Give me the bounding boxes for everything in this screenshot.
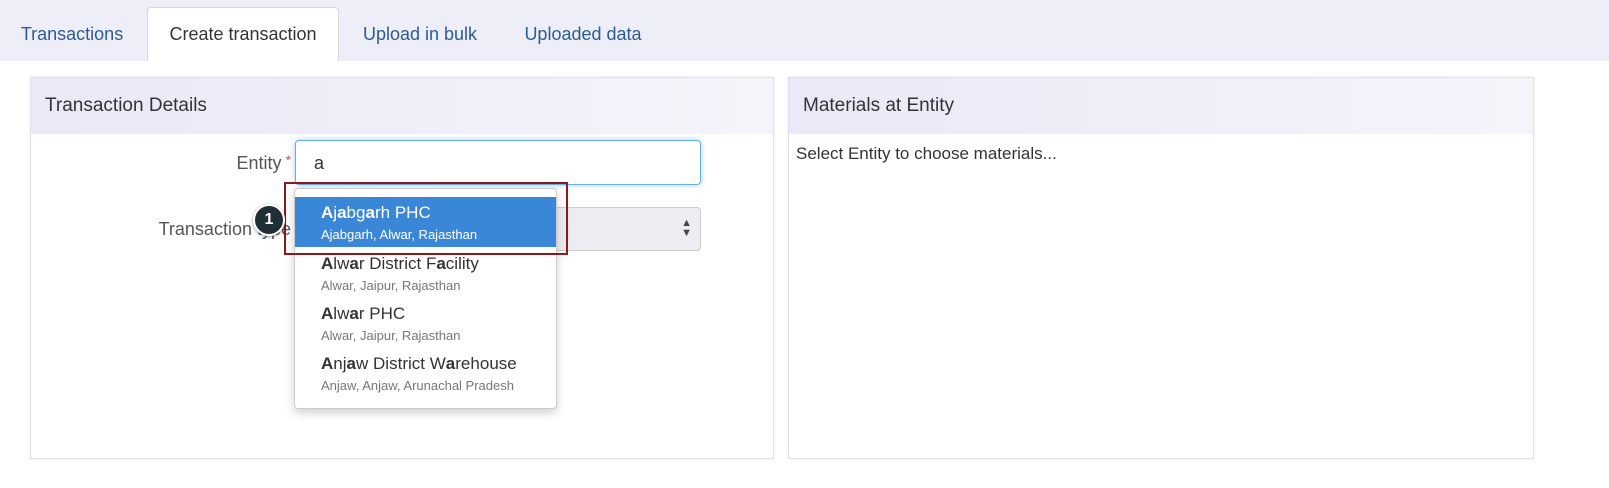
dropdown-option-anjaw-district-warehouse[interactable]: Anjaw District Warehouse Anjaw, Anjaw, A… xyxy=(295,348,556,398)
tab-transactions[interactable]: Transactions xyxy=(2,8,142,61)
transaction-details-title: Transaction Details xyxy=(31,78,773,134)
entity-autocomplete-dropdown: Ajabgarh PHC Ajabgarh, Alwar, Rajasthan … xyxy=(294,188,557,409)
dropdown-option-ajabgarh-phc[interactable]: Ajabgarh PHC Ajabgarh, Alwar, Rajasthan xyxy=(295,197,556,247)
materials-placeholder: Select Entity to choose materials... xyxy=(796,144,1057,163)
entity-input[interactable]: a xyxy=(295,140,701,185)
select-arrows-icon: ▲ ▼ xyxy=(681,217,692,239)
tab-bar: Transactions Create transaction Upload i… xyxy=(0,0,1609,62)
option-name: Alwar PHC xyxy=(321,304,406,323)
option-location: Alwar, Jaipur, Rajasthan xyxy=(321,328,461,343)
tab-content: Transaction Details Entity * a Transactio… xyxy=(0,61,1609,488)
materials-title: Materials at Entity xyxy=(789,78,1533,134)
annotation-step-badge: 1 xyxy=(253,204,285,236)
tab-upload-in-bulk[interactable]: Upload in bulk xyxy=(346,8,494,61)
option-location: Anjaw, Anjaw, Arunachal Pradesh xyxy=(321,378,514,393)
dropdown-option-alwar-district-facility[interactable]: Alwar District Facility Alwar, Jaipur, R… xyxy=(295,248,556,298)
dropdown-option-alwar-phc[interactable]: Alwar PHC Alwar, Jaipur, Rajasthan xyxy=(295,298,556,348)
option-name: Alwar District Facility xyxy=(321,254,479,273)
required-marker: * xyxy=(285,152,291,168)
materials-panel: Materials at Entity Select Entity to cho… xyxy=(788,77,1534,459)
tab-create-transaction[interactable]: Create transaction xyxy=(147,7,339,62)
option-location: Ajabgarh, Alwar, Rajasthan xyxy=(321,227,478,242)
option-name: Ajabgarh PHC xyxy=(321,203,431,222)
option-location: Alwar, Jaipur, Rajasthan xyxy=(321,278,461,293)
option-name: Anjaw District Warehouse xyxy=(321,354,517,373)
entity-label-text: Entity xyxy=(236,153,282,173)
entity-label: Entity * xyxy=(181,152,291,174)
tab-uploaded-data[interactable]: Uploaded data xyxy=(506,8,660,61)
